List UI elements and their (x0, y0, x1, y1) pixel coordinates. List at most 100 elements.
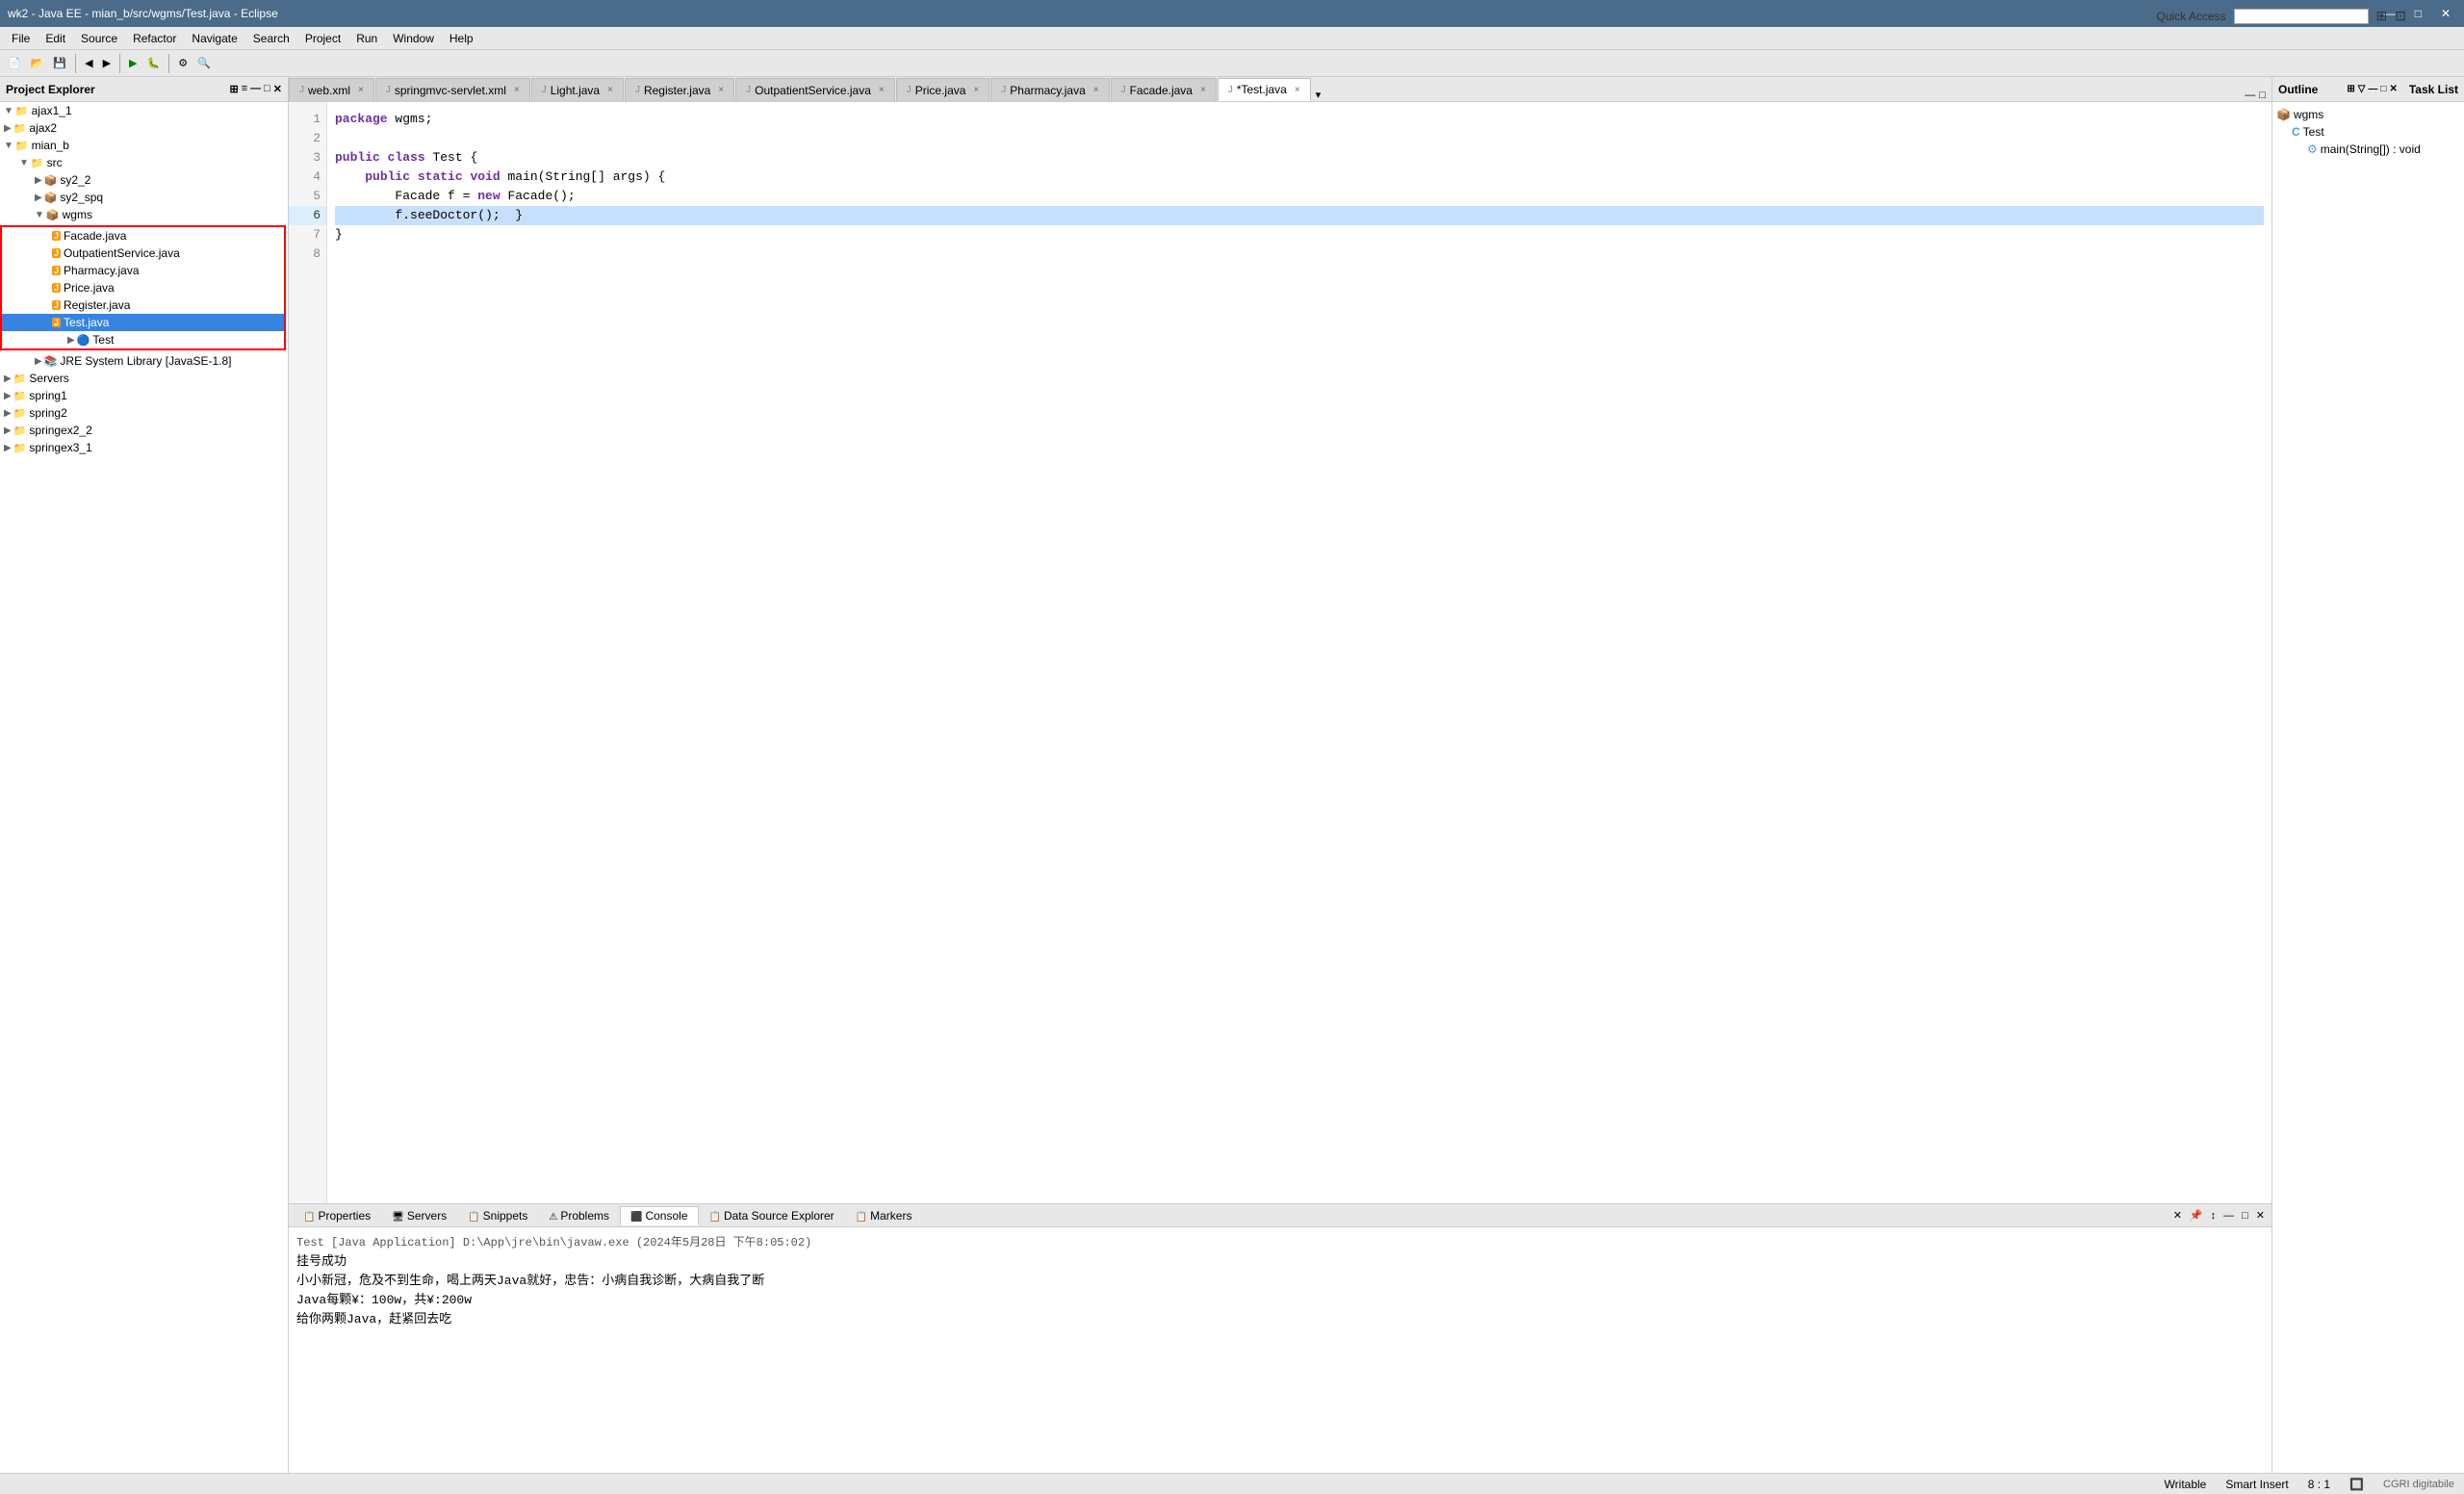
bottom-tab-problems[interactable]: ⚠Problems (538, 1206, 620, 1225)
menu-help[interactable]: Help (442, 30, 481, 47)
maximize-button[interactable]: □ (2409, 5, 2427, 22)
toolbar-save[interactable]: 💾 (49, 55, 70, 71)
tab-close-Register.java[interactable]: × (718, 85, 724, 95)
tab-close-OutpatientService.java[interactable]: × (879, 85, 885, 95)
outline-icon1[interactable]: ⊞ (2347, 84, 2354, 94)
menu-search[interactable]: Search (245, 30, 297, 47)
pe-item-springex2_2[interactable]: ▶📁springex2_2 (0, 422, 288, 439)
bottom-tab-servers[interactable]: 🖥Servers (381, 1206, 457, 1225)
toolbar-back[interactable]: ◀ (81, 55, 96, 71)
toolbar-run[interactable]: ▶ (125, 55, 141, 71)
tab-Price.java[interactable]: J Price.java × (896, 78, 990, 101)
outline-item-wgms[interactable]: 📦 wgms (2276, 106, 2460, 123)
outline-item-main[interactable]: ⚙ main(String[]) : void (2276, 141, 2460, 158)
bottom-tab-datasource[interactable]: 📋Data Source Explorer (699, 1206, 845, 1225)
pe-icon-1[interactable]: ⊞ (229, 83, 238, 95)
tab-Facade.java[interactable]: J Facade.java × (1111, 78, 1217, 101)
pe-item-Register.java[interactable]: JRegister.java (2, 296, 284, 314)
menu-project[interactable]: Project (297, 30, 348, 47)
outline-icon2[interactable]: ▽ (2358, 84, 2366, 94)
pe-item-Pharmacy.java[interactable]: JPharmacy.java (2, 262, 284, 279)
toolbar-new[interactable]: 📄 (4, 55, 25, 71)
code-editor[interactable]: 12345678 package wgms;public class Test … (289, 102, 2272, 1203)
editor-min-icon[interactable]: — (2243, 90, 2257, 101)
tab-OutpatientService.java[interactable]: J OutpatientService.java × (735, 78, 895, 101)
menu-navigate[interactable]: Navigate (184, 30, 244, 47)
pe-item-OutpatientService.java[interactable]: JOutpatientService.java (2, 245, 284, 262)
tab-Register.java[interactable]: J Register.java × (625, 78, 734, 101)
bottom-tab-console[interactable]: ⬛Console (620, 1206, 698, 1225)
console-close-icon[interactable]: ✕ (2253, 1208, 2268, 1223)
pe-item-sy2_2[interactable]: ▶📦sy2_2 (0, 171, 288, 189)
pe-item-Test.java[interactable]: JTest.java (2, 314, 284, 331)
bottom-tab-snippets[interactable]: 📋Snippets (457, 1206, 538, 1225)
outline-close[interactable]: ✕ (2389, 84, 2397, 94)
menu-refactor[interactable]: Refactor (125, 30, 184, 47)
tab-Light.java[interactable]: J Light.java × (531, 78, 624, 101)
tab-icon-Register.java: J (635, 85, 640, 95)
tab-close-Pharmacy.java[interactable]: × (1093, 85, 1099, 95)
tab-close-Facade.java[interactable]: × (1200, 85, 1206, 95)
code-line-5: Facade f = new Facade(); (335, 187, 2264, 206)
pe-item-Servers[interactable]: ▶📁Servers (0, 370, 288, 387)
quick-access-icon1[interactable]: ⊞ (2376, 8, 2388, 24)
tab-Pharmacy.java[interactable]: J Pharmacy.java × (990, 78, 1109, 101)
toolbar-extra1[interactable]: ⚙ (174, 55, 192, 71)
pe-item-Facade.java[interactable]: JFacade.java (2, 227, 284, 245)
pe-item-spring2[interactable]: ▶📁spring2 (0, 404, 288, 422)
pe-close[interactable]: ✕ (273, 83, 282, 95)
pe-item-ajax1_1[interactable]: ▼📁ajax1_1 (0, 102, 288, 119)
tab-close-Test.java[interactable]: × (1295, 85, 1300, 95)
console-min-icon[interactable]: — (2220, 1209, 2237, 1223)
bottom-tab-properties[interactable]: 📋Properties (293, 1206, 381, 1225)
menu-run[interactable]: Run (348, 30, 385, 47)
main-layout: Project Explorer ⊞ ≡ — □ ✕ ▼📁ajax1_1▶📁aj… (0, 77, 2464, 1473)
pe-item-Price.java[interactable]: JPrice.java (2, 279, 284, 296)
pe-label-spring1: spring1 (29, 389, 66, 402)
menu-edit[interactable]: Edit (38, 30, 73, 47)
outline-item-Test[interactable]: C Test (2276, 123, 2460, 141)
bottom-tab-markers[interactable]: 📋Markers (845, 1206, 923, 1225)
menu-source[interactable]: Source (73, 30, 125, 47)
toolbar-open[interactable]: 📂 (27, 55, 48, 71)
pe-maximize[interactable]: □ (264, 83, 270, 95)
tab-Test.java[interactable]: J *Test.java × (1218, 78, 1311, 101)
pe-item-Test[interactable]: ▶🔵Test (2, 331, 284, 348)
tab-close-Light.java[interactable]: × (607, 85, 613, 95)
quick-access-icon2[interactable]: ⊡ (2395, 8, 2406, 24)
console-pin-icon[interactable]: 📌 (2187, 1208, 2206, 1223)
tab-close-Price.java[interactable]: × (973, 85, 979, 95)
menu-file[interactable]: File (4, 30, 38, 47)
toolbar-debug[interactable]: 🐛 (143, 55, 165, 71)
editor-max-icon[interactable]: □ (2257, 90, 2268, 101)
pe-item-wgms[interactable]: ▼📦wgms (0, 206, 288, 223)
pe-item-JRE[interactable]: ▶📚JRE System Library [JavaSE-1.8] (0, 352, 288, 370)
pe-item-src[interactable]: ▼📁src (0, 154, 288, 171)
console-clear-icon[interactable]: ✕ (2170, 1208, 2185, 1223)
tab-close-springmvc-servlet.xml[interactable]: × (514, 85, 520, 95)
project-explorer: Project Explorer ⊞ ≡ — □ ✕ ▼📁ajax1_1▶📁aj… (0, 77, 289, 1473)
tab-web.xml[interactable]: J web.xml × (289, 78, 374, 101)
quick-access-input[interactable] (2234, 9, 2369, 24)
pe-item-sy2_spq[interactable]: ▶📦sy2_spq (0, 189, 288, 206)
code-content[interactable]: package wgms;public class Test { public … (327, 102, 2272, 1203)
close-button[interactable]: ✕ (2435, 5, 2456, 22)
console-scroll-icon[interactable]: ↕ (2208, 1209, 2220, 1223)
pe-minimize[interactable]: — (250, 83, 261, 95)
pe-icon-2[interactable]: ≡ (242, 83, 247, 95)
outline-min[interactable]: — (2368, 84, 2377, 94)
pe-item-ajax2[interactable]: ▶📁ajax2 (0, 119, 288, 137)
tab-view-menu[interactable]: ▾ (1316, 89, 1322, 101)
toolbar-forward[interactable]: ▶ (99, 55, 115, 71)
tab-close-web.xml[interactable]: × (358, 85, 364, 95)
pe-item-mian_b[interactable]: ▼📁mian_b (0, 137, 288, 154)
tab-icon-Price.java: J (907, 85, 911, 95)
menu-window[interactable]: Window (385, 30, 442, 47)
toolbar-extra2[interactable]: 🔍 (193, 55, 215, 71)
pe-item-springex3_1[interactable]: ▶📁springex3_1 (0, 439, 288, 456)
pe-item-spring1[interactable]: ▶📁spring1 (0, 387, 288, 404)
tab-springmvc-servlet.xml[interactable]: J springmvc-servlet.xml × (375, 78, 530, 101)
console-max-icon[interactable]: □ (2239, 1209, 2251, 1223)
bottom-tab-label-problems: Problems (560, 1209, 609, 1223)
outline-max[interactable]: □ (2380, 84, 2386, 94)
